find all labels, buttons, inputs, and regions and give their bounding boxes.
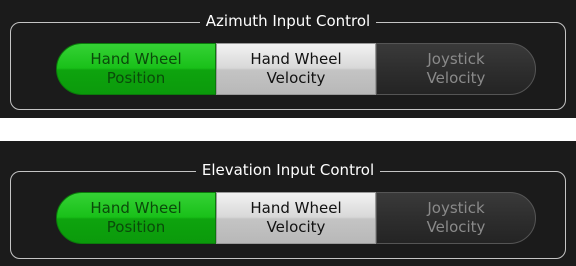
button-label-line1: Joystick: [427, 199, 485, 217]
button-label-line1: Hand Wheel: [250, 199, 342, 217]
button-label-line2: Position: [106, 69, 166, 87]
elevation-hand-wheel-velocity-button[interactable]: Hand Wheel Velocity: [216, 192, 376, 244]
elevation-hand-wheel-position-button[interactable]: Hand Wheel Position: [56, 192, 216, 244]
button-label-line2: Velocity: [426, 218, 486, 236]
button-label-line2: Velocity: [426, 69, 486, 87]
elevation-segmented-control: Hand Wheel Position Hand Wheel Velocity …: [56, 192, 536, 244]
azimuth-segmented-control: Hand Wheel Position Hand Wheel Velocity …: [56, 43, 536, 95]
elevation-title-wrap: Elevation Input Control: [0, 160, 576, 180]
azimuth-title-wrap: Azimuth Input Control: [0, 11, 576, 31]
azimuth-title: Azimuth Input Control: [199, 12, 377, 30]
button-label-line2: Position: [106, 218, 166, 236]
button-label-line1: Hand Wheel: [250, 50, 342, 68]
azimuth-joystick-velocity-button[interactable]: Joystick Velocity: [376, 43, 536, 95]
button-label-line1: Hand Wheel: [90, 50, 182, 68]
elevation-input-control-panel: Elevation Input Control Hand Wheel Posit…: [0, 141, 576, 266]
button-label-line2: Velocity: [266, 218, 326, 236]
elevation-joystick-velocity-button[interactable]: Joystick Velocity: [376, 192, 536, 244]
azimuth-hand-wheel-position-button[interactable]: Hand Wheel Position: [56, 43, 216, 95]
azimuth-input-control-panel: Azimuth Input Control Hand Wheel Positio…: [0, 0, 576, 118]
button-label-line2: Velocity: [266, 69, 326, 87]
elevation-title: Elevation Input Control: [195, 161, 381, 179]
button-label-line1: Joystick: [427, 50, 485, 68]
azimuth-hand-wheel-velocity-button[interactable]: Hand Wheel Velocity: [216, 43, 376, 95]
button-label-line1: Hand Wheel: [90, 199, 182, 217]
